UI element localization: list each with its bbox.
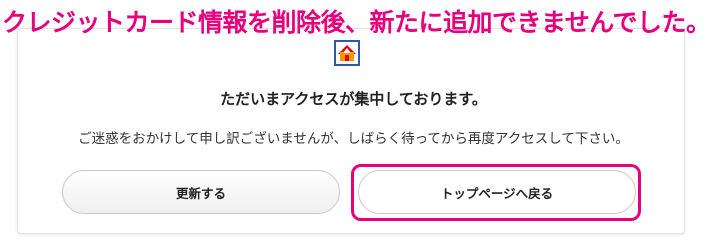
screenshot: クレジットカード情報を削除後、新たに追加できませんでした。 ただいまアクセスが集… — [0, 0, 707, 238]
house-logo-icon — [334, 40, 360, 66]
annotation-caption: クレジットカード情報を削除後、新たに追加できませんでした。 — [2, 8, 707, 37]
refresh-button-label: 更新する — [175, 185, 226, 201]
house-logo-graphic — [338, 45, 356, 61]
back-to-top-page-button[interactable]: トップページへ戻る — [358, 170, 636, 214]
error-message: ご迷惑をおかけして申し訳ございませんが、しばらく待ってから再度アクセスして下さい… — [78, 131, 629, 147]
back-to-top-page-button-label: トップページへ戻る — [440, 185, 554, 201]
refresh-button[interactable]: 更新する — [62, 170, 340, 214]
error-heading: ただいまアクセスが集中しております。 — [220, 90, 487, 108]
